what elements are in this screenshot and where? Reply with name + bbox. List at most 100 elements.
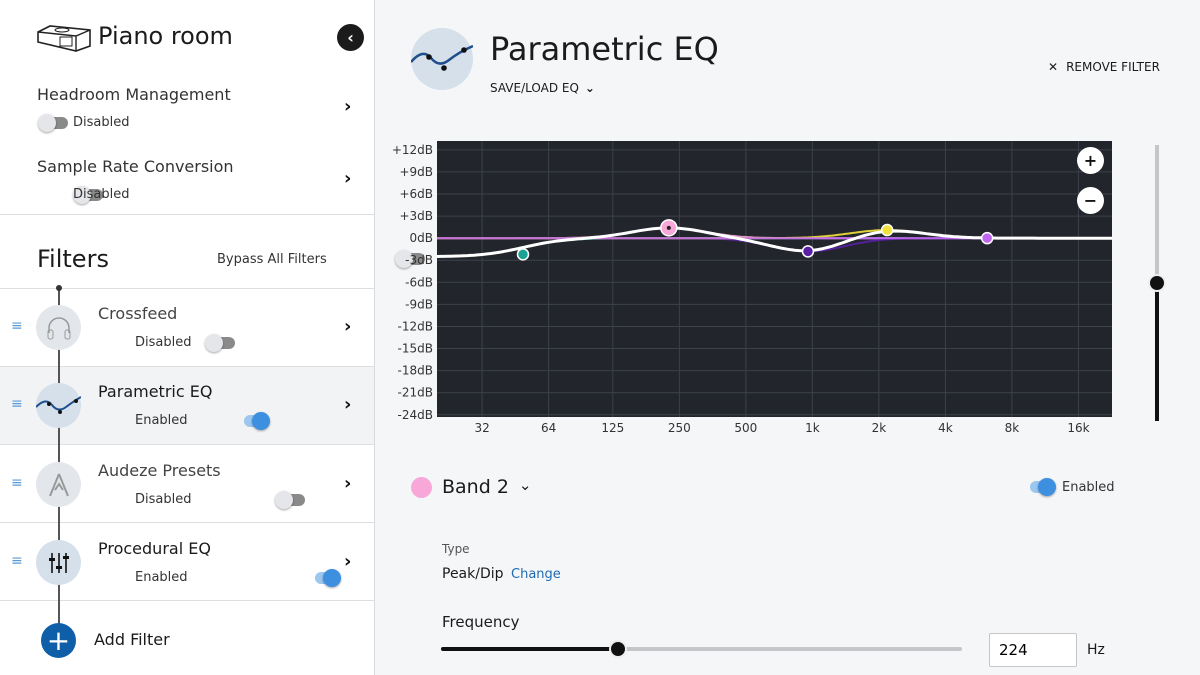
y-tick-label: -12dB <box>398 319 433 333</box>
save-load-label: SAVE/LOAD EQ <box>490 81 579 95</box>
headroom-toggle[interactable] <box>38 114 68 132</box>
filters-heading: Filters <box>37 245 109 273</box>
band-handle[interactable] <box>880 223 894 237</box>
band-handle[interactable] <box>516 248 530 261</box>
eq-chart[interactable]: +12dB +9dB +6dB +3dB 0dB -3dB -6dB -9dB -12dB -15… <box>380 130 1180 440</box>
frequency-unit: Hz <box>1087 642 1105 658</box>
filter-status: Enabled <box>135 413 188 428</box>
band-enabled-label: Enabled <box>1062 480 1115 495</box>
band-enabled-toggle[interactable] <box>1026 478 1056 496</box>
x-tick-label: 125 <box>601 421 624 435</box>
headroom-status: Disabled <box>73 115 130 130</box>
filter-status: Disabled <box>135 492 192 507</box>
sidebar: Piano room ‹ Headroom Management Disable… <box>0 0 426 675</box>
change-type-link[interactable]: Change <box>511 567 561 582</box>
procedural-eq-toggle[interactable] <box>311 569 341 587</box>
eq-curve-icon <box>410 28 474 90</box>
gain-range-slider[interactable] <box>1148 145 1166 421</box>
x-tick-label: 4k <box>938 421 953 435</box>
eq-chart-svg[interactable]: +12dB +9dB +6dB +3dB 0dB -3dB -6dB -9dB -12dB -15… <box>380 130 1180 440</box>
band-handle[interactable] <box>980 231 994 245</box>
slider-thumb[interactable] <box>1148 274 1166 292</box>
drag-handle-icon[interactable]: ≡ <box>11 318 23 334</box>
headphones-icon <box>36 305 81 350</box>
y-tick-label: +9dB <box>399 165 433 179</box>
x-tick-label: 1k <box>805 421 820 435</box>
y-tick-label: 0dB <box>410 231 433 245</box>
zoom-out-button[interactable]: − <box>1077 187 1104 214</box>
chevron-right-icon[interactable]: › <box>344 316 351 337</box>
y-tick-label: -21dB <box>398 386 433 400</box>
plus-icon: + <box>1083 151 1098 170</box>
y-tick-label: +3dB <box>399 209 433 223</box>
x-tick-label: 64 <box>541 421 556 435</box>
chevron-right-icon[interactable]: › <box>344 551 351 572</box>
x-tick-label: 8k <box>1005 421 1020 435</box>
band-color-dot <box>411 477 432 498</box>
band-handle[interactable] <box>801 245 815 258</box>
sliders-icon <box>36 540 81 585</box>
band-name: Band 2 <box>442 476 509 498</box>
filter-status: Disabled <box>135 335 192 350</box>
plot-background <box>437 141 1112 417</box>
y-tick-label: +6dB <box>399 187 433 201</box>
drag-handle-icon[interactable]: ≡ <box>11 553 23 569</box>
eq-curve-icon <box>36 383 81 428</box>
close-icon: ✕ <box>1048 60 1059 74</box>
filter-name: Crossfeed <box>98 304 178 323</box>
x-tick-label: 16k <box>1067 421 1089 435</box>
band-selector[interactable]: Band 2 ⌄ <box>442 476 532 498</box>
filter-status: Enabled <box>135 570 188 585</box>
sample-rate-conversion-label: Sample Rate Conversion <box>37 157 234 176</box>
filter-name: Audeze Presets <box>98 461 221 480</box>
chevron-down-icon: ⌄ <box>518 476 532 494</box>
remove-filter-button[interactable]: ✕ REMOVE FILTER <box>1048 60 1160 74</box>
room-title: Piano room <box>98 22 233 50</box>
page-title: Parametric EQ <box>490 30 719 68</box>
headroom-chevron-right-icon[interactable]: › <box>344 96 351 117</box>
save-load-eq-dropdown[interactable]: SAVE/LOAD EQ ⌄ <box>490 81 595 95</box>
y-tick-label: -3dB <box>405 253 433 267</box>
y-tick-label: -24dB <box>398 408 433 422</box>
y-tick-label: -6dB <box>405 275 433 289</box>
y-tick-label: +12dB <box>392 143 433 157</box>
divider <box>0 214 374 215</box>
collapse-sidebar-button[interactable]: ‹ <box>337 24 364 51</box>
slider-thumb[interactable] <box>609 640 628 658</box>
crossfeed-toggle[interactable] <box>205 334 236 352</box>
y-tick-label: -15dB <box>398 342 433 356</box>
chevron-right-icon[interactable]: › <box>344 394 351 415</box>
headroom-management-label: Headroom Management <box>37 85 231 104</box>
src-status: Disabled <box>73 187 130 202</box>
bypass-all-label: Bypass All Filters <box>217 252 327 267</box>
src-chevron-right-icon[interactable]: › <box>344 168 351 189</box>
frequency-slider[interactable] <box>441 640 962 658</box>
y-tick-label: -9dB <box>405 297 433 311</box>
chain-start-dot <box>56 285 62 291</box>
drag-handle-icon[interactable]: ≡ <box>11 396 23 412</box>
x-tick-label: 250 <box>668 421 691 435</box>
chevron-down-icon: ⌄ <box>584 81 595 95</box>
plus-icon: + <box>46 624 71 657</box>
slider-fill <box>1155 283 1159 421</box>
type-value: Peak/Dip <box>442 566 504 582</box>
slider-fill <box>441 647 619 651</box>
add-filter-label[interactable]: Add Filter <box>94 630 170 649</box>
audeze-logo-icon <box>36 462 81 507</box>
audeze-toggle[interactable] <box>275 491 306 509</box>
type-label: Type <box>442 542 470 556</box>
drag-handle-icon[interactable]: ≡ <box>11 475 23 491</box>
filter-name: Parametric EQ <box>98 382 213 401</box>
device-icon <box>37 25 91 52</box>
x-tick-label: 2k <box>872 421 887 435</box>
parametric-eq-toggle[interactable] <box>240 412 271 430</box>
zoom-in-button[interactable]: + <box>1077 147 1104 174</box>
frequency-input[interactable] <box>989 633 1077 667</box>
band-handle-center <box>666 225 671 230</box>
chevron-left-icon: ‹ <box>347 28 354 47</box>
chevron-right-icon[interactable]: › <box>344 473 351 494</box>
y-tick-label: -18dB <box>398 364 433 378</box>
add-filter-button[interactable]: + <box>41 623 76 658</box>
minus-icon: − <box>1083 191 1098 210</box>
x-tick-label: 32 <box>474 421 489 435</box>
